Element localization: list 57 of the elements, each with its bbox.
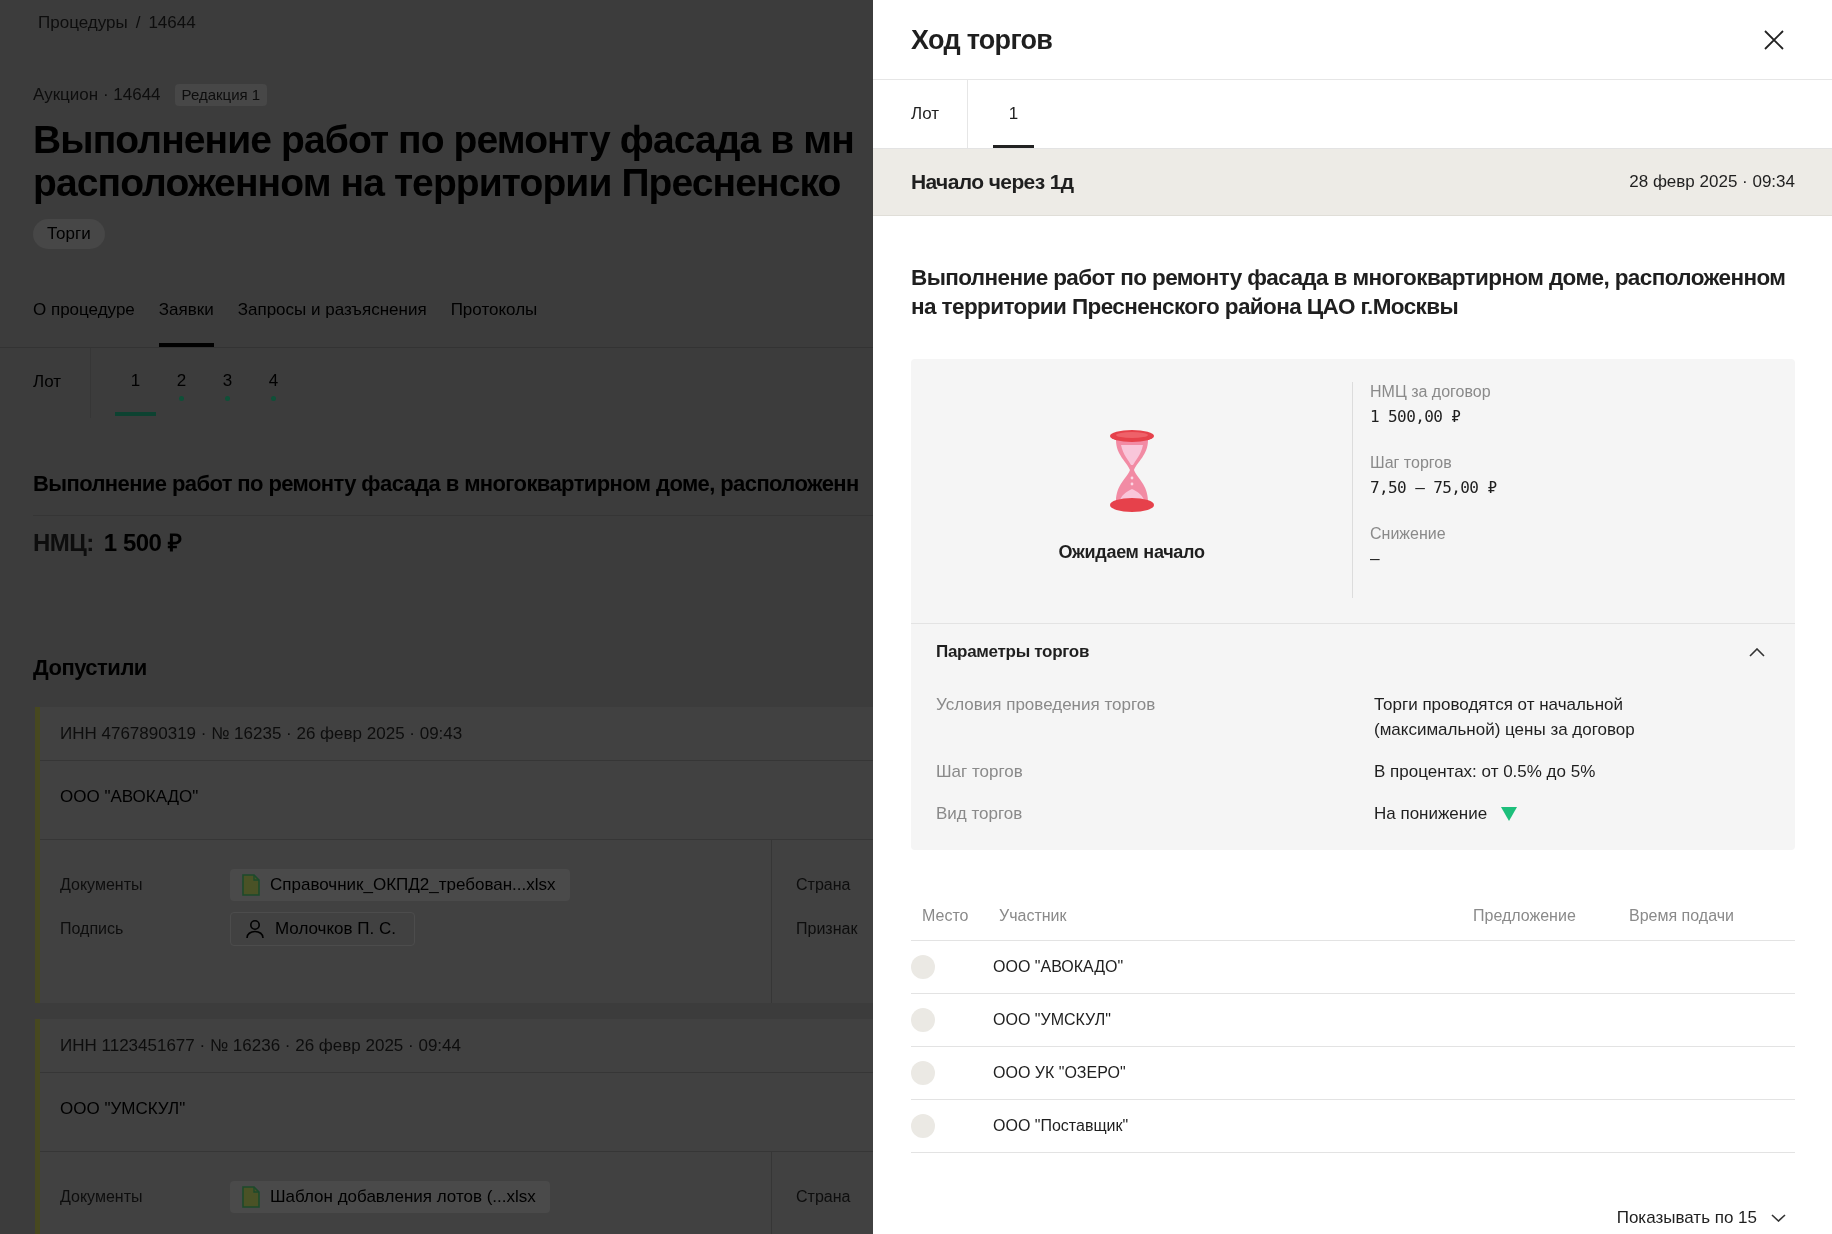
file-chip[interactable]: Шаблон добавления лотов (...xlsx	[230, 1181, 550, 1213]
close-icon[interactable]	[1764, 29, 1784, 50]
parameter-label: Вид торгов	[936, 803, 1024, 825]
participant-name: ООО "АВОКАДО"	[993, 958, 1124, 976]
status-caption: Ожидаем начало	[1058, 541, 1205, 563]
lot-title: Выполнение работ по ремонту фасада в многоквартирном доме, расположенн	[33, 471, 873, 516]
parameter-label: Условия проведения торгов	[936, 694, 1157, 716]
accordion-header[interactable]: Параметры торгов	[936, 641, 1765, 663]
tab[interactable]: Заявки	[158, 299, 214, 347]
tab[interactable]: Протоколы	[450, 299, 538, 347]
lot-tab[interactable]: 2	[161, 348, 202, 416]
price-value: 1 500 ₽	[103, 529, 182, 557]
summary-value: 1 500,00 ₽	[1370, 406, 1462, 428]
section-heading: Допустили	[33, 655, 148, 681]
caret-icon	[1771, 1214, 1786, 1222]
lot-label: Лот	[0, 348, 91, 418]
column-header: Время подачи	[1629, 907, 1734, 925]
participant-name: ООО "Поставщик"	[993, 1117, 1129, 1135]
parameter-value: Торги проводятся от начальной (максимальной) цены за договор	[1374, 694, 1636, 741]
signer-chip[interactable]: Молочков П. С.	[230, 912, 415, 946]
file-icon	[242, 1186, 260, 1208]
column-header: Предложение	[1473, 907, 1576, 925]
place-circle-icon	[911, 955, 935, 979]
panel-title: Ход торгов	[911, 23, 1053, 57]
category-tag: Торги	[33, 219, 105, 249]
revision-badge: Редакция 1	[174, 84, 268, 106]
file-icon	[242, 874, 260, 896]
lot-title: Выполнение работ по ремонту фасада в многоквартирном доме, расположенном на территории Пресненского района ЦАО г.Москвы	[911, 264, 1787, 321]
summary-label: Снижение	[1370, 524, 1447, 544]
summary-value: 7,50 – 75,00 ₽	[1370, 477, 1497, 499]
lot-tab[interactable]: 3	[207, 348, 248, 416]
parameter-label: Шаг торгов	[936, 761, 1024, 783]
tab[interactable]: Запросы и разъяснения	[237, 299, 427, 347]
summary-label: НМЦ за договор	[1370, 382, 1492, 402]
page-size-select[interactable]: Показывать по 15	[1616, 1207, 1786, 1229]
summary-label: Шаг торгов	[1370, 453, 1453, 473]
place-circle-icon	[911, 1114, 935, 1138]
start-time: 28 февр 2025 · 09:34	[1629, 172, 1795, 192]
lot-label: Лот	[873, 80, 968, 148]
summary-value: —	[1370, 548, 1381, 570]
file-chip[interactable]: Справочник_ОКПД2_требован...xlsx	[230, 869, 570, 901]
person-icon	[245, 919, 265, 939]
page-title: Выполнение работ по ремонту фасада в мн	[33, 118, 854, 161]
column-header: Место	[922, 907, 969, 925]
place-circle-icon	[911, 1008, 935, 1032]
breadcrumb-separator: /	[135, 12, 141, 34]
status-text: Начало через 1д	[911, 170, 1074, 194]
page-title: расположенном на территории Пресненско	[33, 161, 841, 204]
lot-tab[interactable]: 1	[115, 348, 156, 416]
participant-name: ООО "УМСКУЛ"	[993, 1011, 1111, 1029]
participant-name: ООО УК "ОЗЕРО"	[993, 1064, 1126, 1082]
tab[interactable]: О процедуре	[33, 299, 135, 347]
column-header: Участник	[999, 907, 1067, 925]
parameter-value: На понижение	[1374, 803, 1488, 825]
place-circle-icon	[911, 1061, 935, 1085]
parameter-value: В процентах: от 0.5% до 5%	[1374, 761, 1596, 783]
lot-tab[interactable]: 4	[253, 348, 294, 416]
